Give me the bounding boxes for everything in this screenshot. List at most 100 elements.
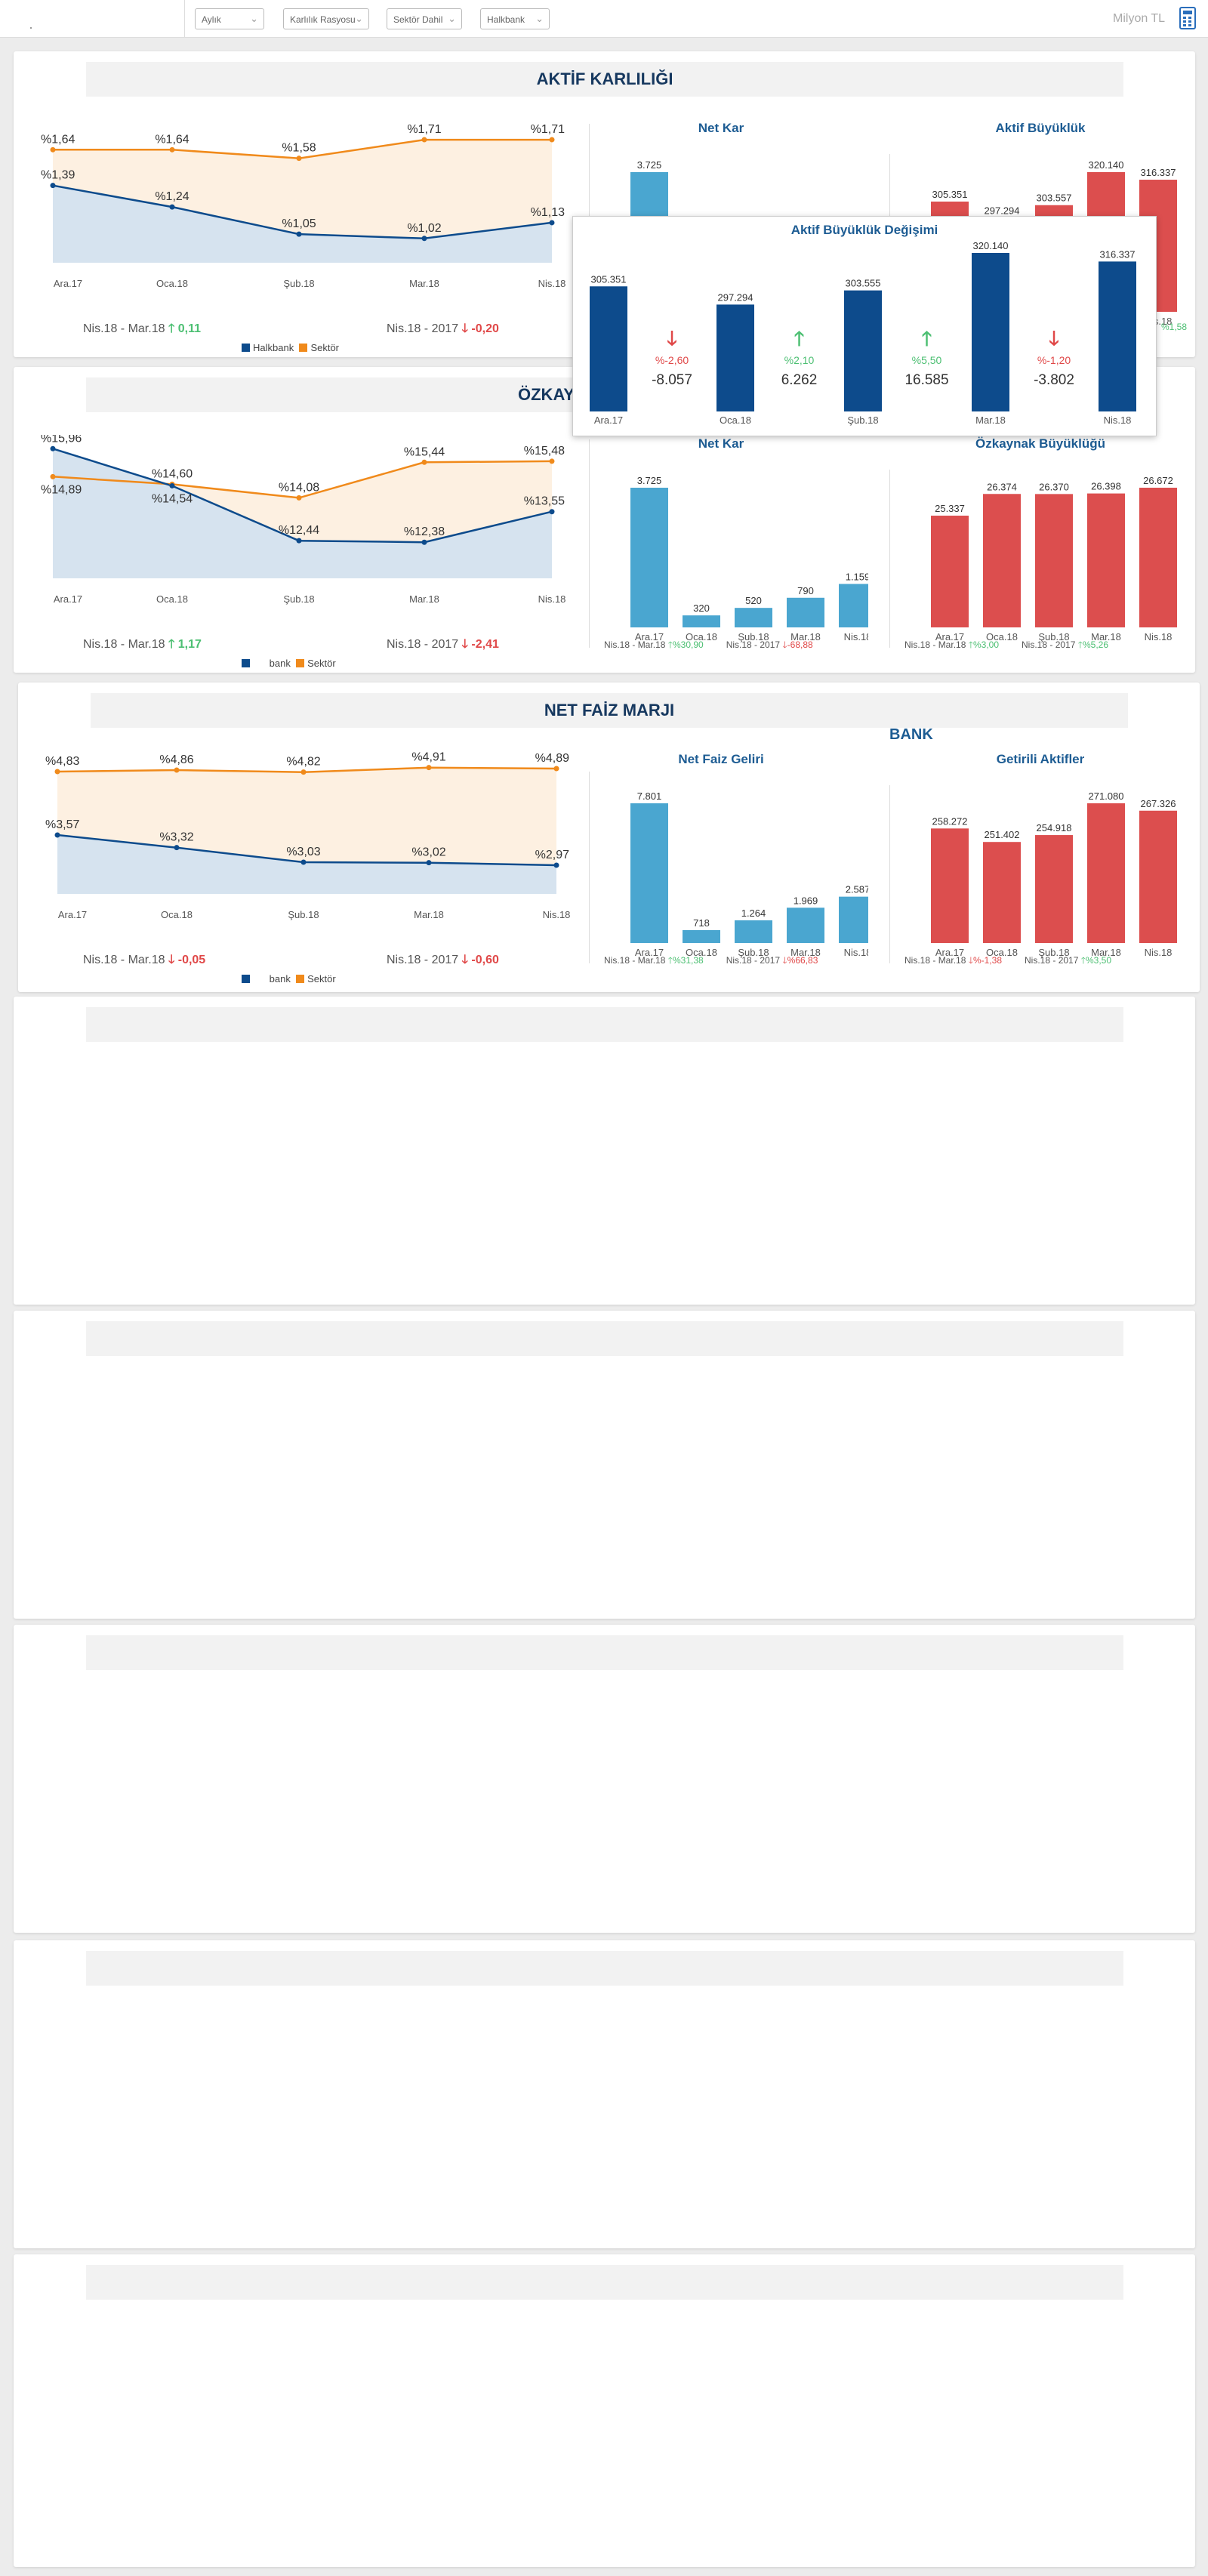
month-tick-label: Nis.18: [844, 947, 868, 958]
sector-value-label: %14,89: [41, 483, 82, 496]
chart-legend: bank Sektör: [242, 658, 336, 669]
bar: [844, 290, 882, 411]
arrow-up-icon: 🡑: [922, 327, 932, 350]
bank-value-label: %12,44: [279, 524, 319, 537]
bank-value-label: %14,54: [152, 492, 193, 505]
bar-value-label: 258.272: [932, 815, 968, 827]
bank-value-label: %15,96: [41, 435, 82, 445]
section-header-band: [86, 1635, 1123, 1670]
change-summary-yearly: Nis.18 - 2017 🡓 -0,20: [387, 322, 499, 335]
bar: [931, 828, 969, 943]
bar: [839, 896, 868, 943]
month-tick-label: Nis.18: [1145, 947, 1173, 958]
bar-value-label: 25.337: [935, 503, 965, 514]
change-amount-label: -3.802: [1034, 372, 1074, 388]
chevron-down-icon: ⌄: [250, 13, 258, 24]
empty-section-card: [14, 1311, 1195, 1619]
aktif-buyukluk-change-popup: Aktif Büyüklük Değişimi 305.351 Ara.17 297…: [572, 216, 1157, 436]
bank-value-label: %3,32: [159, 831, 193, 844]
bar-value-label: 26.370: [1039, 481, 1069, 492]
change-summary-yearly: Nis.18 - 2017 🡓 -0,60: [387, 954, 499, 966]
month-tick-label: Nis.18: [538, 593, 566, 605]
sector-select[interactable]: Sektör Dahil ⌄: [387, 8, 462, 29]
change-summary-monthly: Nis.18 - Mar.18 🡑 0,11: [83, 322, 201, 335]
bank-value-label: %1,05: [282, 217, 316, 230]
chart-legend: Halkbank Sektör: [242, 342, 339, 353]
month-tick-label: Ara.17: [594, 414, 623, 426]
bank-value-label: %3,03: [286, 846, 320, 858]
sector-point: [169, 146, 175, 153]
bar-value-label: 271.080: [1089, 790, 1124, 802]
line-chart-aktif-karliligi: %1,64 %1,39 Ara.17 %1,64 %1,24 Oca.18 %1,58 %1,…: [41, 123, 565, 289]
column-divider: [589, 772, 590, 963]
bar: [716, 304, 754, 411]
bank-point: [300, 859, 307, 865]
bank-select[interactable]: Halkbank ⌄: [480, 8, 550, 29]
bar-value-label: 1.969: [794, 895, 818, 906]
sector-value-label: %1,58: [282, 142, 316, 155]
section-net-faiz-marji: NET FAİZ MARJI %4,83 %3,57 Ara.17 %4,86 %3,3…: [18, 683, 1200, 992]
unit-label: Milyon TL: [1113, 12, 1166, 25]
net-kar-title: Net Kar: [698, 121, 744, 135]
legend-swatch-sector: [296, 975, 305, 983]
sector-value-label: %4,83: [45, 755, 79, 768]
month-tick-label: Oca.18: [161, 909, 193, 920]
partial-change-value: %1,58: [1161, 322, 1188, 332]
change-summary-monthly: Nis.18 - Mar.18 🡓 -0,05: [83, 954, 206, 966]
bank-point: [54, 832, 60, 838]
calculator-icon[interactable]: [1179, 7, 1196, 29]
sector-value-label: %4,86: [159, 753, 193, 766]
bar-value-label: 26.672: [1143, 475, 1173, 486]
bar-value-label: 320: [693, 602, 710, 614]
arrow-up-icon: 🡑: [168, 638, 175, 651]
bar-value-label: 320.140: [1089, 159, 1124, 171]
bar: [630, 803, 668, 943]
sector-point: [174, 767, 180, 773]
empty-section-card: [14, 2254, 1195, 2567]
arrow-down-icon: 🡓: [667, 327, 677, 350]
change-amount-label: 6.262: [781, 372, 818, 388]
column-divider: [889, 470, 890, 648]
bank-value-label: %1,13: [531, 206, 565, 219]
bar: [1035, 494, 1073, 627]
top-toolbar: Aylık ⌄ Karlılık Rasyosu ⌄ Sektör Dahil ⌄ H…: [0, 0, 1208, 38]
net-kar-change-summary: Nis.18 - Mar.18 🡑%30,90 Nis.18 - 2017 🡓-…: [604, 639, 813, 650]
bar: [590, 286, 627, 411]
legend-swatch-bank: [242, 975, 250, 983]
bar: [972, 253, 1009, 411]
month-tick-label: Şub.18: [283, 278, 314, 289]
bar: [735, 920, 772, 943]
bar: [787, 597, 824, 627]
bar: [1035, 835, 1073, 943]
bank-point: [169, 482, 175, 488]
arrow-down-icon: 🡓: [461, 638, 468, 651]
bank-value-label: %1,24: [155, 190, 189, 203]
bank-value-label: %2,97: [535, 849, 569, 861]
bank-value-label: %3,57: [45, 818, 79, 831]
month-tick-label: Ara.17: [54, 278, 82, 289]
bar-value-label: 1.264: [741, 907, 766, 919]
ratio-type-select[interactable]: Karlılık Rasyosu ⌄: [283, 8, 369, 29]
net-faiz-geliri-title: Net Faiz Geliri: [678, 752, 764, 766]
bar: [735, 608, 772, 627]
bar-value-label: 267.326: [1141, 798, 1176, 809]
toolbar-divider: [184, 0, 185, 38]
bank-point: [50, 445, 56, 451]
period-select[interactable]: Aylık ⌄: [195, 8, 264, 29]
bar-value-label: 305.351: [932, 189, 968, 200]
chevron-down-icon: ⌄: [535, 13, 544, 24]
empty-section-card: [14, 1625, 1195, 1933]
sector-value-label: %1,64: [155, 133, 189, 146]
section-header-band: [86, 1007, 1123, 1042]
ozkaynak-buyuklugu-title: Özkaynak Büyüklüğü: [975, 436, 1105, 451]
bank-point: [169, 204, 175, 210]
bar: [983, 494, 1021, 627]
change-percent-label: %5,50: [912, 354, 942, 366]
net-kar-title: Net Kar: [698, 436, 744, 451]
bar-value-label: 3.725: [637, 475, 662, 486]
sector-point: [421, 459, 427, 465]
popup-bar-chart: 305.351 Ara.17 297.294 Oca.18 303.555 Şub.18 3…: [590, 240, 1136, 426]
bar-value-label: 316.337: [1141, 167, 1176, 178]
month-tick-label: Oca.18: [156, 278, 188, 289]
section-title: AKTİF KARLILIĞI: [536, 69, 673, 88]
